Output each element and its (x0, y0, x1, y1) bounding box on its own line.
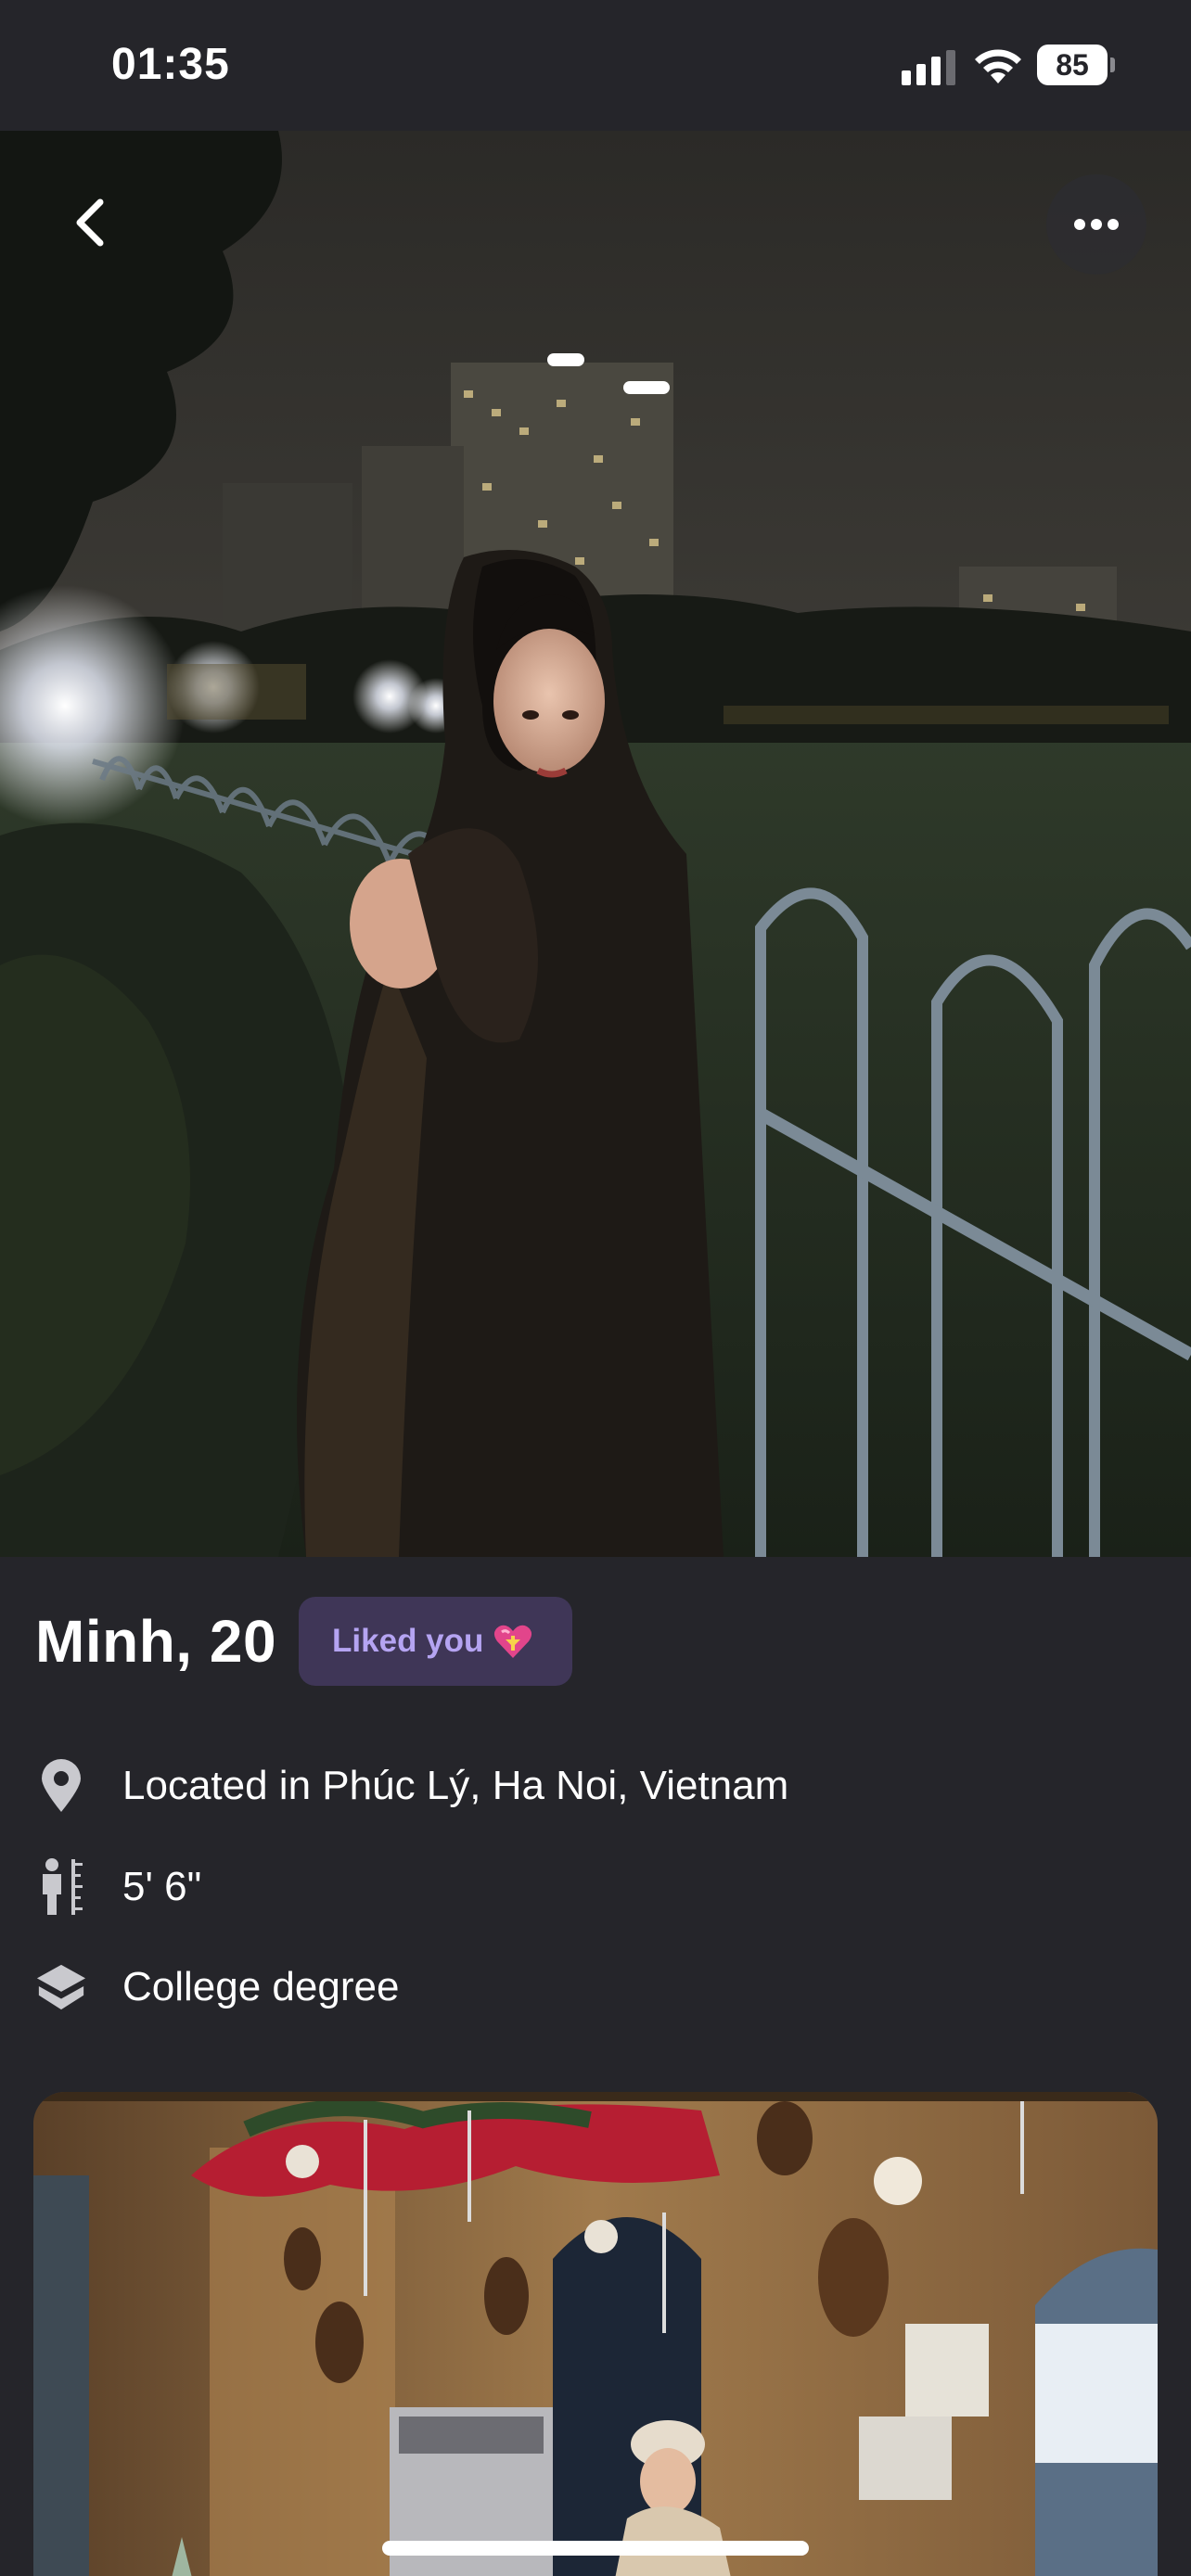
height-row: 5' 6" (35, 1855, 201, 1919)
height-icon (43, 1858, 83, 1915)
wifi-icon (975, 49, 1021, 83)
profile-photo-2[interactable] (33, 2092, 1158, 2576)
ellipsis-icon (1074, 219, 1119, 230)
battery-level: 85 (1037, 45, 1108, 85)
education-text: College degree (122, 1964, 400, 2009)
graduation-cap-icon (36, 1964, 86, 2010)
location-row: Located in Phúc Lý, Ha Noi, Vietnam (35, 1753, 788, 1818)
battery-tip (1110, 57, 1115, 72)
chevron-left-icon (76, 198, 104, 247)
location-text: Located in Phúc Lý, Ha Noi, Vietnam (122, 1763, 789, 1808)
heart-with-ribbon-icon (494, 1625, 532, 1658)
education-row: College degree (35, 1955, 399, 2020)
status-bar: 01:35 85 (0, 0, 1191, 131)
battery-indicator: 85 (1037, 45, 1115, 85)
height-text: 5' 6" (122, 1864, 202, 1909)
status-time: 01:35 (111, 40, 230, 89)
liked-you-label: Liked you (332, 1623, 484, 1659)
back-button[interactable] (56, 185, 130, 260)
liked-you-badge: Liked you (299, 1597, 573, 1686)
profile-header: Minh, 20 Liked you (35, 1597, 573, 1686)
profile-name-age: Minh, 20 (35, 1608, 277, 1675)
night-portrait-image (0, 131, 1191, 1557)
cellular-signal-icon (902, 50, 955, 85)
location-pin-icon (42, 1759, 81, 1812)
home-indicator[interactable] (382, 2541, 809, 2556)
cafe-christmas-decor-image (33, 2092, 1158, 2576)
profile-screen: 01:35 85 Minh, 20 Liked you Located in P… (0, 0, 1191, 2576)
more-options-button[interactable] (1046, 174, 1146, 274)
profile-photo-main[interactable] (0, 131, 1191, 1557)
